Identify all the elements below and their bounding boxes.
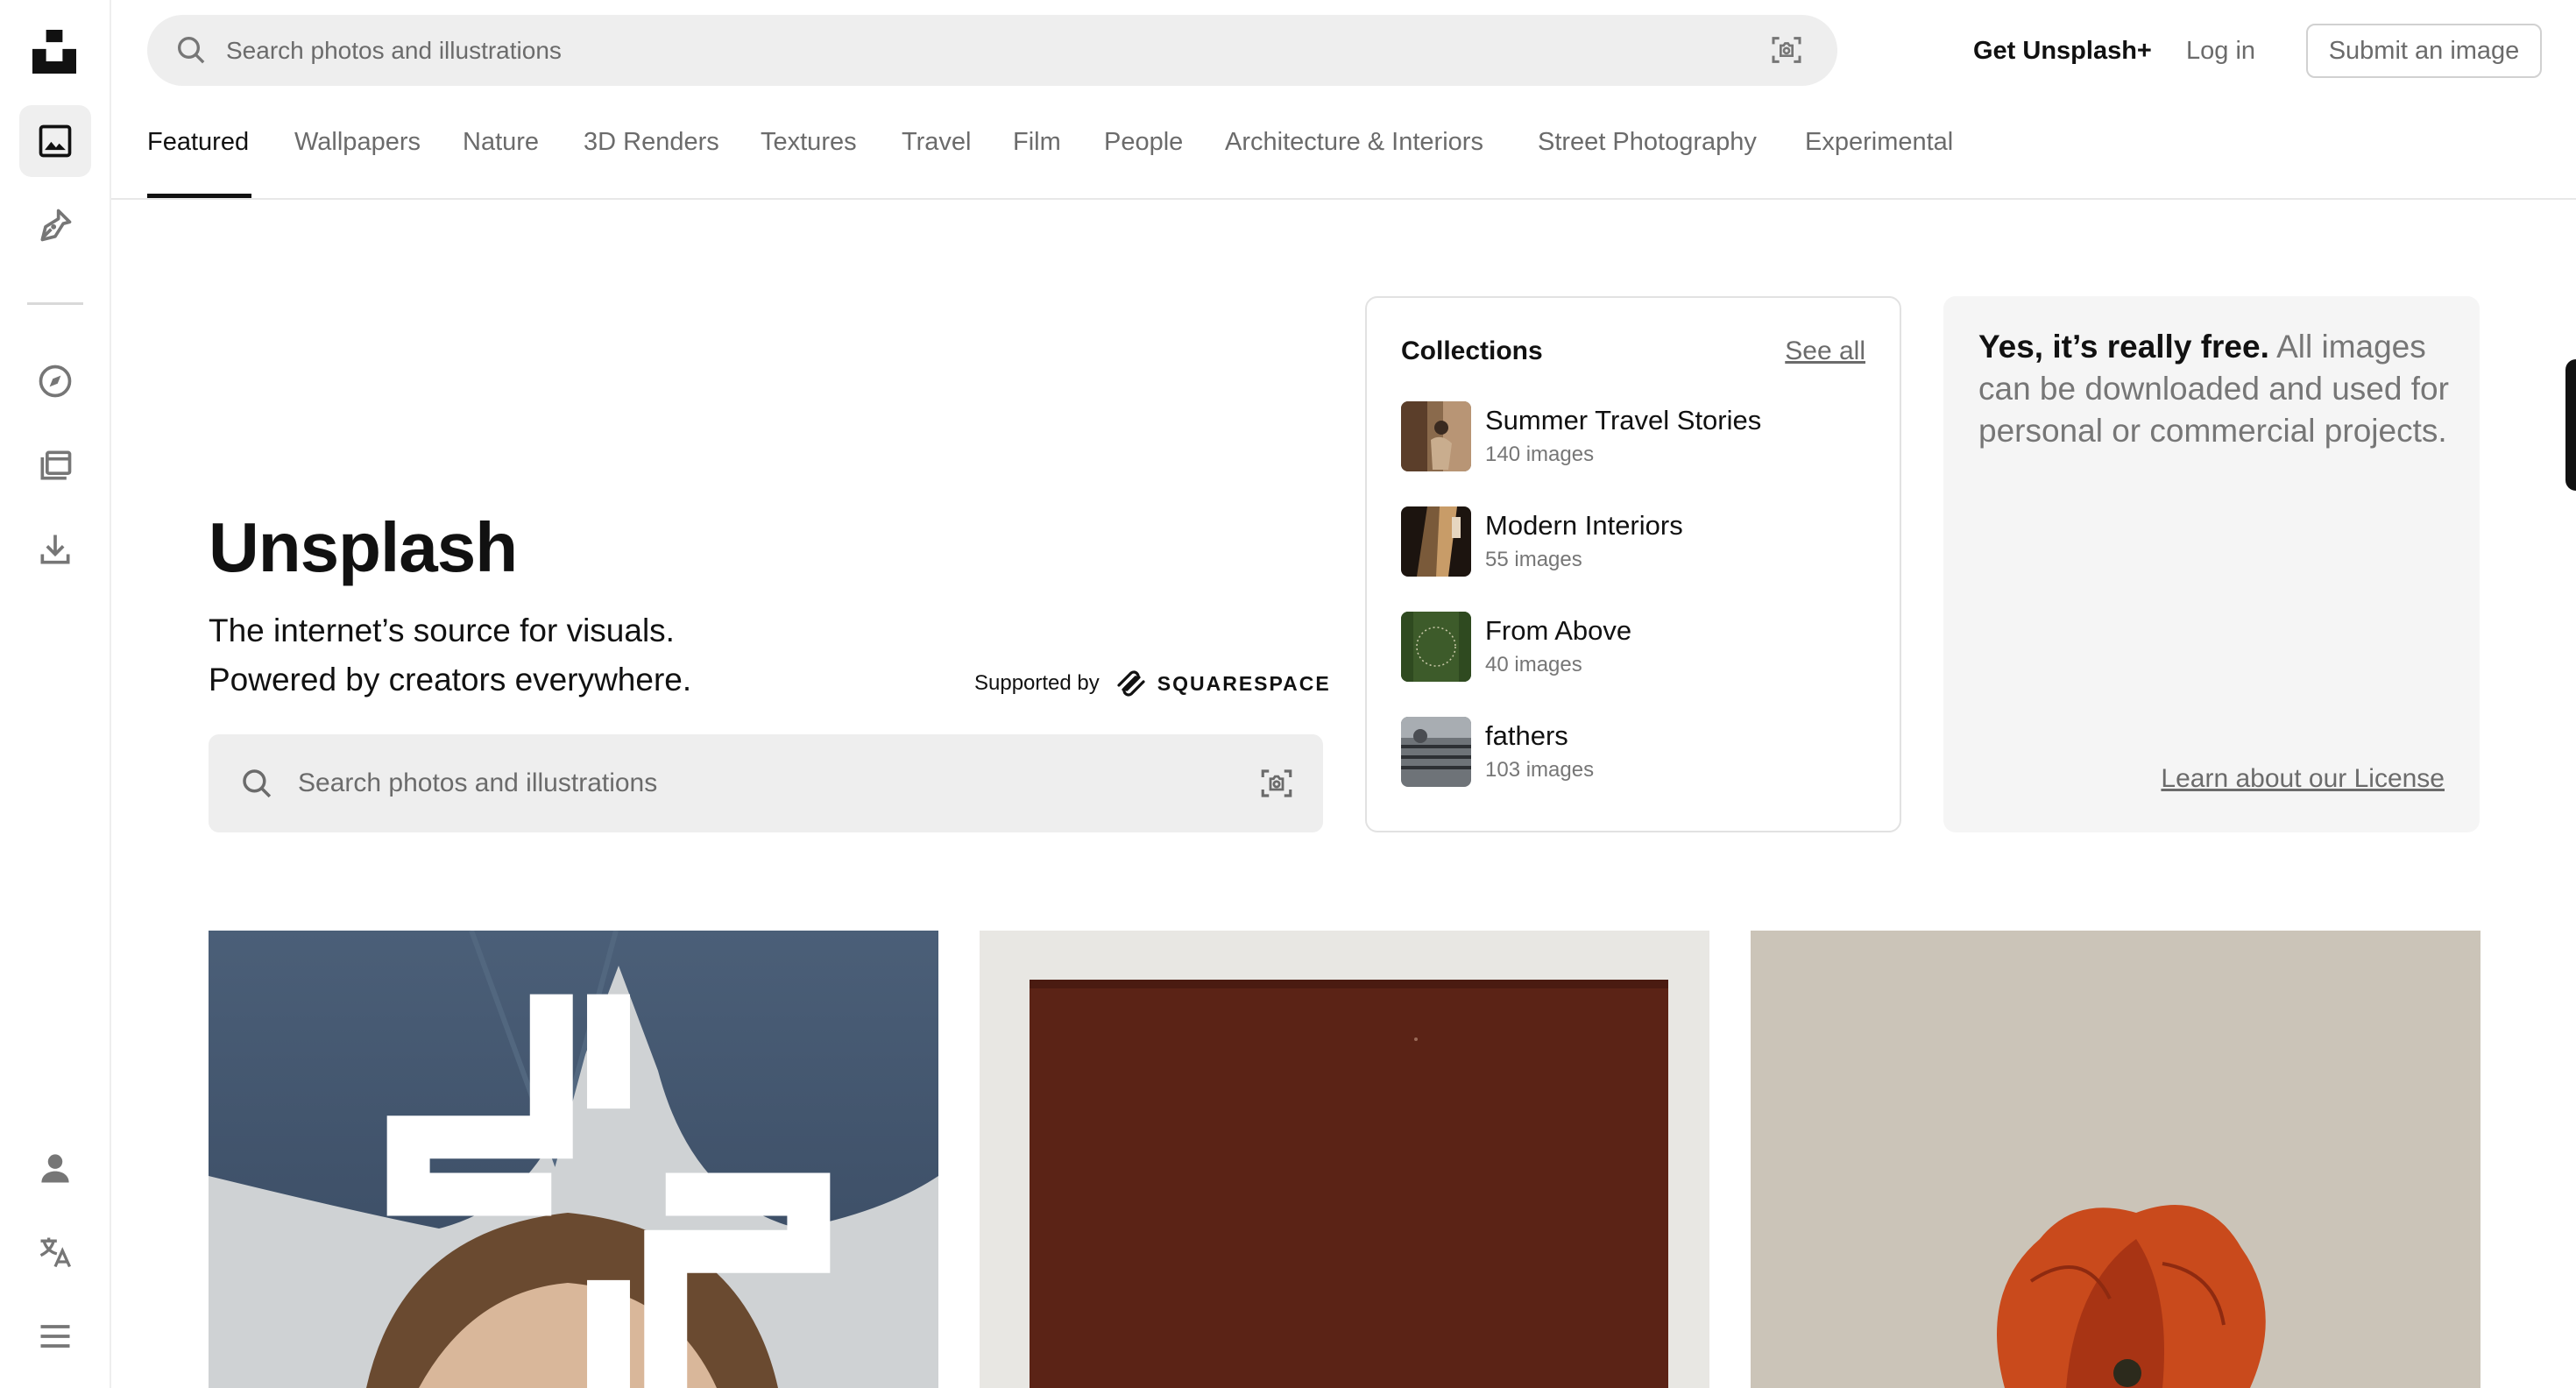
collection-item[interactable]: Summer Travel Stories 140 images bbox=[1401, 401, 1874, 471]
sidebar-item-explore[interactable] bbox=[19, 345, 91, 417]
tab-travel[interactable]: Travel bbox=[902, 123, 972, 161]
tab-experimental[interactable]: Experimental bbox=[1805, 123, 1953, 161]
photo-image bbox=[980, 931, 1709, 1388]
top-search-input[interactable] bbox=[226, 15, 1716, 86]
hamburger-menu-icon bbox=[40, 1325, 70, 1348]
sidebar-item-account[interactable] bbox=[19, 1132, 91, 1204]
tab-featured[interactable]: Featured bbox=[147, 123, 249, 161]
sidebar-item-photos[interactable] bbox=[19, 105, 91, 177]
learn-license-link[interactable]: Learn about our License bbox=[2161, 764, 2445, 794]
hero-tagline-2: Powered by creators everywhere. bbox=[209, 662, 692, 698]
collections-title: Collections bbox=[1401, 336, 1543, 365]
unsplash-logo-icon bbox=[32, 30, 76, 74]
photo-card[interactable] bbox=[1751, 931, 2480, 1388]
collection-name: From Above bbox=[1485, 615, 1632, 646]
collections-icon bbox=[40, 450, 72, 480]
supported-by[interactable]: Supported by SQUARESPACE bbox=[974, 668, 1331, 699]
unsplash-plus-badge-icon bbox=[386, 994, 831, 1388]
license-card: Yes, it’s really free. All images can be… bbox=[1943, 296, 2480, 832]
collection-count: 103 images bbox=[1485, 758, 1595, 782]
visual-search-icon[interactable] bbox=[1258, 765, 1295, 802]
collections-card: Collections See all Summer Travel Storie… bbox=[1365, 296, 1901, 832]
tab-3d-renders[interactable]: 3D Renders bbox=[584, 123, 719, 161]
tab-people[interactable]: People bbox=[1104, 123, 1183, 161]
top-search-bar[interactable] bbox=[147, 15, 1837, 86]
squarespace-logo-icon bbox=[1117, 670, 1145, 697]
submit-image-button[interactable]: Submit an image bbox=[2306, 24, 2542, 78]
visual-search-icon[interactable] bbox=[1769, 32, 1804, 67]
image-icon bbox=[39, 124, 72, 158]
search-icon[interactable] bbox=[238, 765, 275, 802]
license-headline: Yes, it’s really free. bbox=[1978, 329, 2269, 365]
collection-item[interactable]: From Above 40 images bbox=[1401, 612, 1874, 682]
translate-icon bbox=[39, 1237, 72, 1268]
supported-by-label: Supported by bbox=[974, 671, 1100, 695]
tab-street-photography[interactable]: Street Photography bbox=[1538, 123, 1757, 161]
collection-count: 55 images bbox=[1485, 548, 1582, 571]
collection-name: fathers bbox=[1485, 720, 1568, 751]
left-sidebar bbox=[0, 0, 111, 1388]
collection-count: 40 images bbox=[1485, 653, 1582, 676]
hero-search-bar[interactable] bbox=[209, 734, 1323, 832]
sidebar-item-illustrations[interactable] bbox=[19, 189, 91, 261]
tab-architecture-interiors[interactable]: Architecture & Interiors bbox=[1225, 123, 1483, 161]
collection-thumbnail bbox=[1401, 506, 1471, 577]
sidebar-divider bbox=[27, 302, 83, 305]
compass-icon bbox=[39, 365, 72, 398]
license-text: Yes, it’s really free. All images can be… bbox=[1978, 326, 2452, 452]
sidebar-item-menu[interactable] bbox=[19, 1300, 91, 1372]
tab-nature[interactable]: Nature bbox=[463, 123, 539, 161]
top-header: Get Unsplash+ Log in Submit an image Fea… bbox=[111, 0, 2576, 200]
sidebar-item-downloads[interactable] bbox=[19, 513, 91, 585]
collection-thumbnail bbox=[1401, 612, 1471, 682]
hero-tagline-1: The internet’s source for visuals. bbox=[209, 613, 675, 648]
get-unsplash-plus-link[interactable]: Get Unsplash+ bbox=[1973, 33, 2152, 68]
pen-nib-icon bbox=[40, 209, 72, 242]
feedback-edge-tab[interactable] bbox=[2565, 359, 2576, 491]
photo-image bbox=[1751, 931, 2480, 1388]
tab-textures[interactable]: Textures bbox=[761, 123, 857, 161]
collection-thumbnail bbox=[1401, 717, 1471, 787]
sponsor-name: SQUARESPACE bbox=[1157, 671, 1331, 695]
search-icon[interactable] bbox=[173, 32, 209, 67]
unsplash-logo[interactable] bbox=[32, 30, 76, 74]
collection-item[interactable]: fathers 103 images bbox=[1401, 717, 1874, 787]
hero-search-input[interactable] bbox=[298, 734, 1218, 832]
photo-card[interactable] bbox=[980, 931, 1709, 1388]
see-all-link[interactable]: See all bbox=[1785, 336, 1865, 366]
login-link[interactable]: Log in bbox=[2186, 33, 2255, 68]
tab-wallpapers[interactable]: Wallpapers bbox=[294, 123, 421, 161]
collection-thumbnail bbox=[1401, 401, 1471, 471]
collection-name: Summer Travel Stories bbox=[1485, 405, 1762, 436]
collection-count: 140 images bbox=[1485, 443, 1595, 466]
collection-item[interactable]: Modern Interiors 55 images bbox=[1401, 506, 1874, 577]
hero-title: Unsplash bbox=[209, 508, 518, 586]
download-icon bbox=[40, 535, 70, 564]
sidebar-item-language[interactable] bbox=[19, 1216, 91, 1288]
tab-film[interactable]: Film bbox=[1013, 123, 1061, 161]
sidebar-item-collections[interactable] bbox=[19, 429, 91, 501]
active-tab-indicator bbox=[147, 194, 251, 198]
collection-name: Modern Interiors bbox=[1485, 510, 1683, 541]
photo-card[interactable] bbox=[209, 931, 938, 1388]
user-icon bbox=[41, 1154, 69, 1183]
